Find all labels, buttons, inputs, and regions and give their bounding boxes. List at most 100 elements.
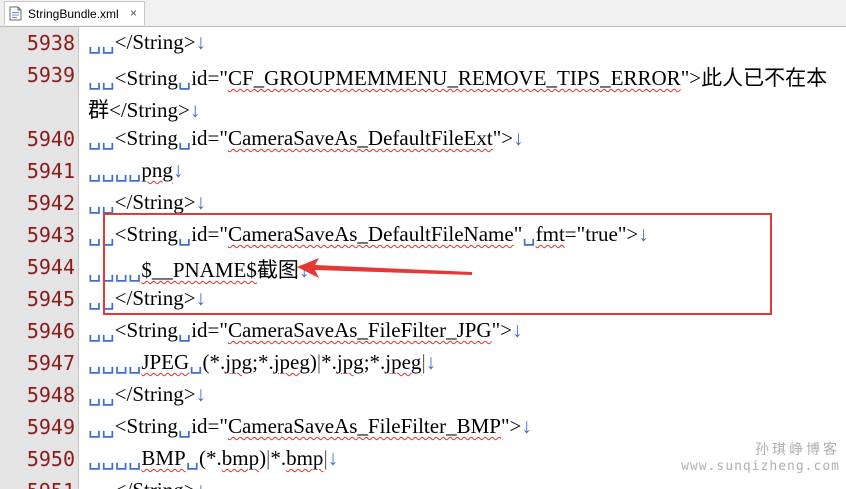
line-number: 5938 (26, 31, 75, 55)
code-line: 5951 ␣␣</String>↓ (0, 475, 846, 489)
code-line: 5948 ␣␣</String>↓ (0, 379, 846, 411)
line-return-marker: ↓ (195, 190, 207, 214)
tab-label: StringBundle.xml (28, 7, 119, 21)
code-token: ␣ (177, 126, 192, 150)
line-number: 5939 (26, 63, 75, 87)
code-text: ␣␣</String>↓ (88, 190, 206, 215)
code-text: ␣␣</String>↓ (88, 478, 206, 489)
code-token: CameraSaveAs_DefaultFileExt (227, 126, 493, 150)
indent-marker: ␣␣␣␣ (88, 446, 142, 470)
code-token: CameraSaveAs_FileFilter_BMP (227, 414, 501, 438)
code-token: (*. (202, 350, 226, 374)
code-text: ␣␣<String␣id="CF_GROUPMEMMENU_REMOVE_TIP… (88, 62, 827, 92)
indent-marker: ␣␣␣␣ (88, 350, 142, 374)
code-text: 群</String>↓ (88, 94, 200, 124)
code-token: CameraSaveAs_FileFilter_JPG (227, 318, 492, 342)
code-line: 5947 ␣␣␣␣JPEG␣(*.jpg;*.jpeg)|*.jpg;*.jpeg… (0, 347, 846, 379)
code-token: id=" (191, 126, 228, 150)
line-number: 5951 (0, 479, 75, 489)
code-text: ␣␣␣␣JPEG␣(*.jpg;*.jpeg)|*.jpg;*.jpeg|↓ (88, 350, 436, 375)
code-line: 5940 ␣␣<String␣id="CameraSaveAs_DefaultFi… (0, 123, 846, 155)
line-return-marker: ↓ (189, 98, 201, 122)
code-text: ␣␣</String>↓ (88, 30, 206, 55)
code-line: 5938 ␣␣</String>↓ (0, 27, 846, 59)
code-token: ;*. (252, 350, 274, 374)
code-token: </String> (114, 190, 196, 214)
indent-marker: ␣␣ (88, 414, 115, 438)
line-return-marker: ↓ (425, 350, 437, 374)
line-return-marker: ↓ (195, 382, 207, 406)
code-token: bmp (286, 446, 324, 470)
code-token: </String> (114, 382, 196, 406)
code-text: ␣␣<String␣id="CameraSaveAs_DefaultFileEx… (88, 126, 524, 151)
code-text: ␣␣</String>↓ (88, 382, 206, 407)
code-token: BMP (141, 446, 186, 470)
code-token: </String> (114, 30, 196, 54)
code-line: 5946 ␣␣<String␣id="CameraSaveAs_FileFilte… (0, 315, 846, 347)
indent-marker: ␣␣ (88, 190, 115, 214)
code-token: jpg (336, 350, 364, 374)
line-return-marker: ↓ (172, 158, 184, 182)
line-number: 5947 (26, 351, 75, 375)
indent-marker: ␣␣ (88, 318, 115, 342)
code-token: <String (114, 318, 178, 342)
line-number: 5941 (26, 159, 75, 183)
code-token: "> (491, 318, 513, 342)
code-token: "> (492, 126, 514, 150)
code-token: <String (114, 126, 178, 150)
code-line: 群</String>↓ (0, 91, 846, 123)
code-token: ) (309, 350, 317, 374)
watermark: 孙琪峥博客 www.sunqizheng.com (660, 439, 840, 474)
code-token: id=" (191, 318, 228, 342)
indent-marker: ␣␣␣␣ (88, 158, 142, 182)
code-token: ">此人已不在本 (680, 66, 828, 90)
indent-marker: ␣␣ (88, 478, 115, 489)
code-text: ␣␣<String␣id="CameraSaveAs_FileFilter_JP… (88, 318, 523, 343)
code-token: jpg (225, 350, 253, 374)
code-token: ␣ (177, 66, 192, 90)
tab-stringbundle-xml[interactable]: StringBundle.xml × (4, 1, 145, 25)
line-return-marker: ↓ (196, 478, 207, 489)
code-text: ␣␣␣␣png↓ (88, 158, 183, 183)
line-return-marker: ↓ (521, 414, 532, 438)
line-number: 5943 (26, 223, 75, 247)
code-token: ␣ (177, 414, 192, 438)
code-token: ␣ (189, 350, 203, 374)
code-token: ␣ (185, 446, 200, 470)
line-number: 5942 (26, 191, 75, 215)
code-token: id=" (191, 66, 228, 90)
code-token: ;*. (363, 350, 386, 374)
indent-marker: ␣␣ (88, 66, 115, 90)
code-token: bmp (221, 446, 260, 470)
indent-marker: ␣␣ (88, 30, 115, 54)
code-text: ␣␣<String␣id="CameraSaveAs_FileFilter_BM… (88, 414, 532, 439)
code-token: </String> (115, 478, 196, 489)
code-token: <String (114, 66, 178, 90)
code-token: png (141, 158, 173, 182)
indent-marker: ␣␣ (88, 382, 115, 406)
code-token: jpeg (273, 350, 310, 374)
close-icon[interactable]: × (130, 6, 137, 20)
indent-marker: ␣␣ (88, 126, 115, 150)
code-text: ␣␣␣␣BMP␣(*.bmp)|*.bmp|↓ (88, 446, 338, 471)
watermark-title: 孙琪峥博客 (755, 442, 840, 458)
code-token: "> (500, 414, 522, 438)
code-line: 5939 ␣␣<String␣id="CF_GROUPMEMMENU_REMOVE… (0, 59, 846, 91)
code-token: id=" (191, 414, 228, 438)
watermark-url: www.sunqizheng.com (681, 459, 840, 474)
line-number: 5945 (26, 287, 75, 311)
line-number: 5948 (26, 383, 75, 407)
line-return-marker: ↓ (327, 446, 339, 470)
code-token: *. (270, 446, 287, 470)
code-token: 群</String> (88, 98, 190, 122)
line-number: 5944 (26, 255, 75, 279)
code-token: (*. (199, 446, 222, 470)
line-number: 5950 (26, 447, 75, 471)
code-token: JPEG (141, 350, 190, 374)
code-token: *. (321, 350, 337, 374)
line-return-marker: ↓ (195, 30, 207, 54)
tab-bar: StringBundle.xml × (0, 0, 846, 27)
code-token: jpeg (385, 350, 422, 374)
code-token: <String (114, 414, 178, 438)
line-number: 5946 (26, 319, 75, 343)
